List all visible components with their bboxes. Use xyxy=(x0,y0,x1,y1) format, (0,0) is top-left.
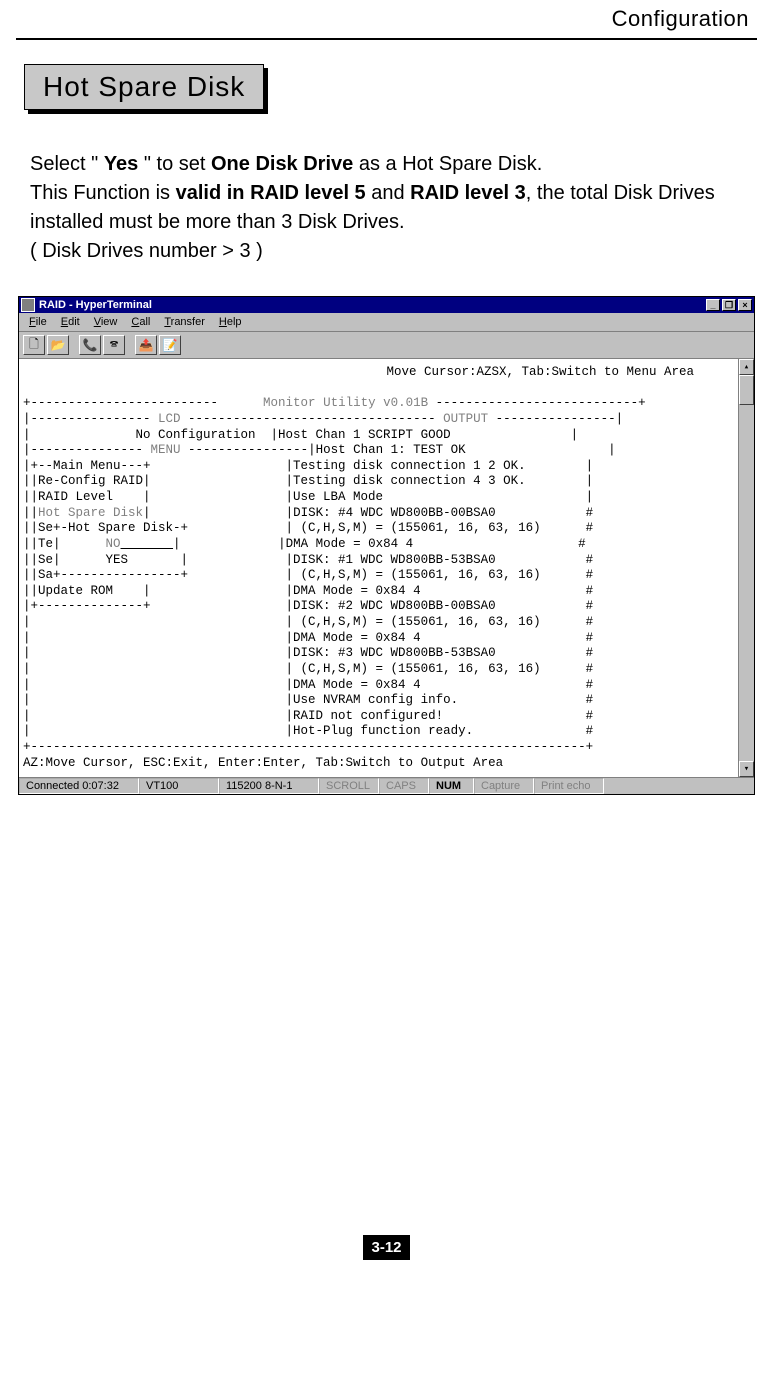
body-text: Select " Yes " to set One Disk Drive as … xyxy=(16,150,757,266)
menubar: File Edit View Call Transfer Help xyxy=(19,313,754,332)
term-line: ----------------| xyxy=(488,412,623,426)
paragraph-1: Select " Yes " to set One Disk Drive as … xyxy=(30,150,749,179)
header-rule xyxy=(16,38,757,40)
bold-raid3: RAID level 3 xyxy=(410,182,526,204)
term-line-gray: MENU xyxy=(151,443,181,457)
term-line-gray: LCD xyxy=(158,412,181,426)
menu-edit[interactable]: Edit xyxy=(55,315,86,329)
term-line: |+--Main Menu---+ |Testing disk connecti… xyxy=(23,459,593,473)
term-line: | |Use NVRAM config info. # xyxy=(23,693,593,707)
term-line: ||Sa+----------------+ | (C,H,S,M) = (15… xyxy=(23,568,593,582)
page-header: Configuration xyxy=(16,0,757,38)
term-line: | |Hot-Plug function ready. # xyxy=(23,724,593,738)
term-line: ||Re-Config RAID| |Testing disk connecti… xyxy=(23,474,593,488)
term-line: +---------------------------------------… xyxy=(23,740,593,754)
term-line: ||RAID Level | |Use LBA Mode | xyxy=(23,490,593,504)
menu-hot-spare-disk[interactable]: Hot Spare Disk xyxy=(38,506,143,520)
text-fragment: as a Hot Spare Disk. xyxy=(353,153,542,175)
status-settings: 115200 8-N-1 xyxy=(219,778,319,794)
toolbar-connect-icon[interactable]: 📞 xyxy=(79,335,101,355)
text-fragment: Select " xyxy=(30,153,104,175)
term-line: | No Configuration |Host Chan 1 SCRIPT G… xyxy=(23,428,578,442)
term-line: +------------------------- xyxy=(23,396,218,410)
close-button[interactable]: × xyxy=(738,299,752,311)
term-line: | | (C,H,S,M) = (155061, 16, 63, 16) # xyxy=(23,662,593,676)
term-footer: AZ:Move Cursor, ESC:Exit, Enter:Enter, T… xyxy=(23,756,503,770)
scroll-down-icon[interactable]: ▾ xyxy=(739,761,754,777)
term-line: ||Te| xyxy=(23,537,106,551)
status-scroll: SCROLL xyxy=(319,778,379,794)
toolbar: 🗋 📂 📞 🕿 📤 📝 xyxy=(19,332,754,359)
bold-raid5: valid in RAID level 5 xyxy=(176,182,366,204)
scroll-up-icon[interactable]: ▴ xyxy=(739,359,754,375)
hyperterminal-window: RAID - HyperTerminal _ ❐ × File Edit Vie… xyxy=(18,296,755,795)
page-number: 3-12 xyxy=(363,1235,409,1260)
app-icon xyxy=(21,298,35,312)
term-line: ---------------------------+ xyxy=(436,396,646,410)
toolbar-disconnect-icon[interactable]: 🕿 xyxy=(103,335,125,355)
term-line: |--------------- xyxy=(23,443,151,457)
terminal-content[interactable]: Move Cursor:AZSX, Tab:Switch to Menu Are… xyxy=(19,359,738,777)
menu-file[interactable]: File xyxy=(23,315,53,329)
toolbar-send-icon[interactable]: 📤 xyxy=(135,335,157,355)
window-titlebar[interactable]: RAID - HyperTerminal _ ❐ × xyxy=(19,297,754,313)
term-line: | |DISK: #4 WDC WD800BB-00BSA0 # xyxy=(143,506,593,520)
menu-view[interactable]: View xyxy=(88,315,124,329)
term-line: |+--------------+ |DISK: #2 WDC WD800BB-… xyxy=(23,599,593,613)
term-line: | |DISK: #3 WDC WD800BB-53BSA0 # xyxy=(23,646,593,660)
section-title: Hot Spare Disk xyxy=(24,64,264,110)
text-fragment: This Function is xyxy=(30,182,176,204)
toolbar-properties-icon[interactable]: 📝 xyxy=(159,335,181,355)
term-line: | | (C,H,S,M) = (155061, 16, 63, 16) # xyxy=(23,615,593,629)
maximize-button[interactable]: ❐ xyxy=(722,299,736,311)
menu-transfer[interactable]: Transfer xyxy=(158,315,211,329)
term-line: || xyxy=(23,506,38,520)
text-fragment: " to set xyxy=(138,153,211,175)
term-line: | |DMA Mode = 0x84 4 # xyxy=(23,678,593,692)
term-line: | |DMA Mode = 0x84 4 # xyxy=(173,537,586,551)
term-line-gray: OUTPUT xyxy=(443,412,488,426)
status-capture: Capture xyxy=(474,778,534,794)
status-print-echo: Print echo xyxy=(534,778,604,794)
term-line: ||Se+-Hot Spare Disk-+ | (C,H,S,M) = (15… xyxy=(23,521,593,535)
term-line: | |RAID not configured! # xyxy=(23,709,593,723)
status-bar: Connected 0:07:32 VT100 115200 8-N-1 SCR… xyxy=(19,777,754,794)
bold-one-disk-drive: One Disk Drive xyxy=(211,153,353,175)
toolbar-open-icon[interactable]: 📂 xyxy=(47,335,69,355)
toolbar-new-icon[interactable]: 🗋 xyxy=(23,335,45,355)
status-num: NUM xyxy=(429,778,474,794)
term-line: ||Update ROM | |DMA Mode = 0x84 4 # xyxy=(23,584,593,598)
scroll-thumb[interactable] xyxy=(739,375,754,405)
term-line: ||Se| YES | |DISK: #1 WDC WD800BB-53BSA0… xyxy=(23,553,593,567)
window-title: RAID - HyperTerminal xyxy=(39,299,152,311)
bold-yes: Yes xyxy=(104,153,138,175)
status-emulation: VT100 xyxy=(139,778,219,794)
term-line: ----------------|Host Chan 1: TEST OK | xyxy=(181,443,616,457)
term-line: | |DMA Mode = 0x84 4 # xyxy=(23,631,593,645)
menu-help[interactable]: Help xyxy=(213,315,248,329)
term-line: |---------------- xyxy=(23,412,158,426)
cursor-hint: Move Cursor:AZSX, Tab:Switch to Menu Are… xyxy=(23,365,734,381)
paragraph-3: ( Disk Drives number > 3 ) xyxy=(30,237,749,266)
section-title-box: Hot Spare Disk xyxy=(24,64,264,110)
term-line-gray: Monitor Utility v0.01B xyxy=(218,396,436,410)
option-no[interactable]: NO xyxy=(106,537,121,551)
term-line: --------------------------------- xyxy=(181,412,444,426)
vertical-scrollbar[interactable]: ▴ ▾ xyxy=(738,359,754,777)
term-cursor xyxy=(121,537,174,551)
menu-call[interactable]: Call xyxy=(125,315,156,329)
minimize-button[interactable]: _ xyxy=(706,299,720,311)
status-connected: Connected 0:07:32 xyxy=(19,778,139,794)
text-fragment: and xyxy=(366,182,410,204)
paragraph-2: This Function is valid in RAID level 5 a… xyxy=(30,179,749,237)
status-caps: CAPS xyxy=(379,778,429,794)
